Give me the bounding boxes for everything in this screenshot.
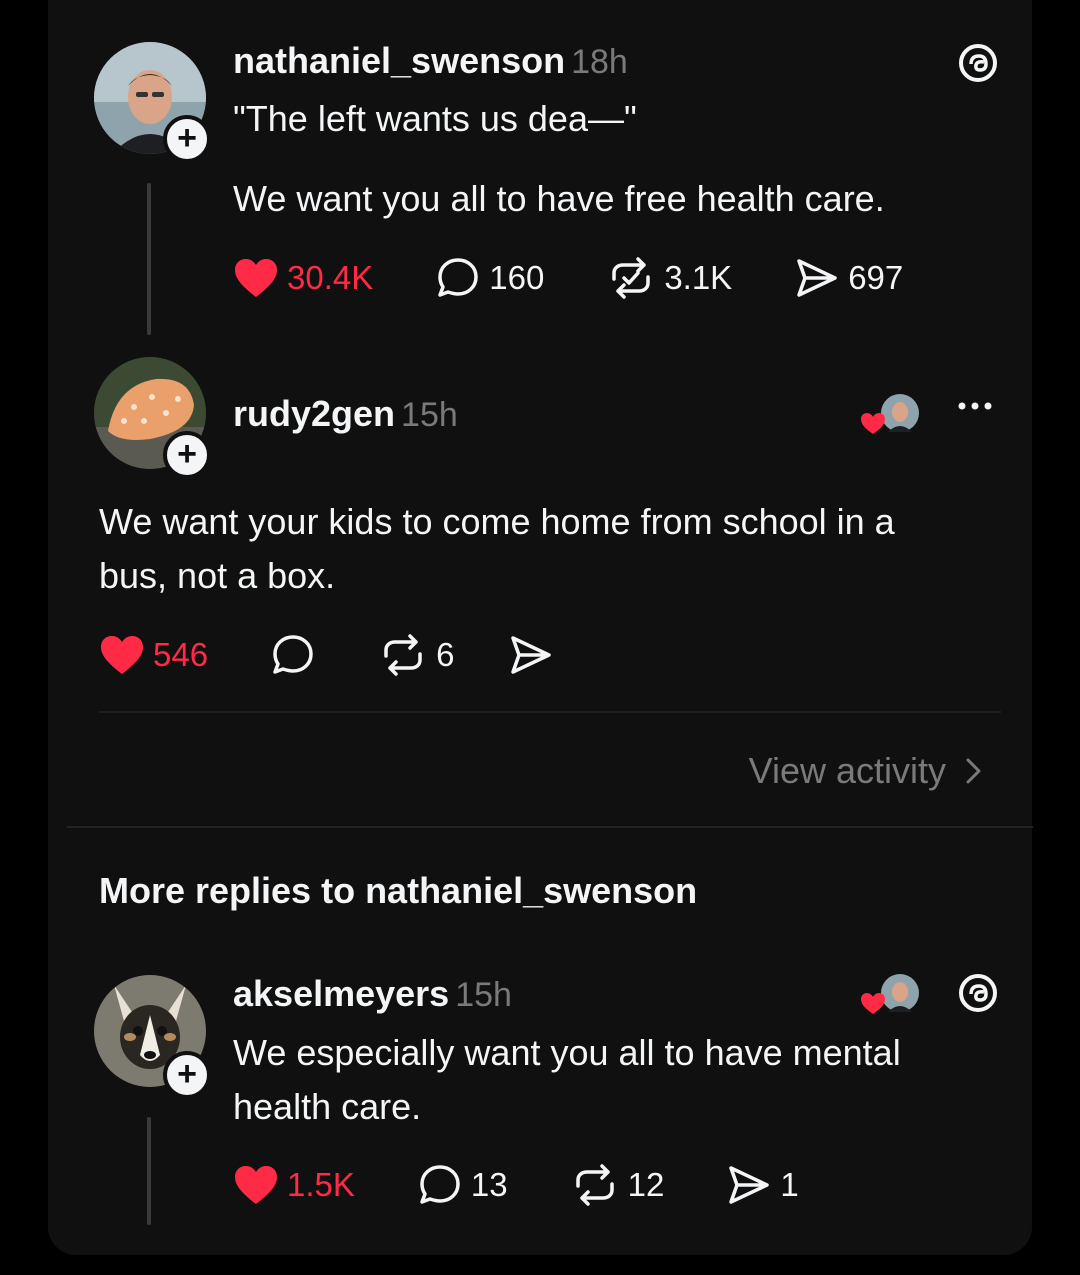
comment-icon (273, 635, 313, 674)
share-icon (797, 259, 837, 297)
reply-actions: 546 6 (99, 630, 616, 680)
heart-icon (101, 636, 143, 674)
post-text-line2: We want you all to have free health care… (233, 178, 885, 219)
author-liked-indicator (860, 392, 920, 436)
comment-count: 13 (470, 1166, 508, 1203)
more-icon[interactable] (955, 396, 995, 421)
like-count: 30.4K (287, 259, 374, 296)
author-liked-indicator (860, 972, 920, 1016)
timestamp: 15h (455, 976, 512, 1014)
follow-plus-icon[interactable]: + (163, 431, 211, 479)
username[interactable]: nathaniel_swenson (233, 40, 565, 81)
repost-button[interactable]: 6 (378, 632, 454, 678)
post-header: nathaniel_swenson 18h (233, 40, 628, 90)
section-divider (67, 826, 1033, 828)
threads-icon[interactable] (955, 970, 1001, 1021)
like-button[interactable]: 30.4K (233, 257, 373, 299)
like-button[interactable]: 546 (99, 634, 208, 676)
share-button[interactable]: 1 (726, 1162, 799, 1208)
username[interactable]: akselmeyers (233, 973, 449, 1014)
like-count: 546 (153, 636, 209, 673)
share-count: 1 (780, 1166, 799, 1203)
follow-plus-icon[interactable]: + (163, 115, 211, 163)
repost-icon (612, 257, 651, 299)
timestamp: 18h (571, 43, 628, 81)
comment-icon (420, 1165, 460, 1204)
threads-icon[interactable] (955, 40, 1001, 91)
repost-icon (384, 634, 422, 676)
share-icon (729, 1166, 770, 1204)
chevron-right-icon (966, 758, 981, 784)
comment-icon (438, 258, 478, 297)
reply-text-line1: We want your kids to come home from scho… (99, 501, 895, 542)
reply-header: rudy2gen 15h (233, 393, 458, 443)
reply2-actions: 1.5K 13 12 1 (233, 1160, 861, 1210)
repost-button[interactable]: 3.1K (606, 255, 732, 301)
username[interactable]: rudy2gen (233, 393, 395, 434)
comment-button[interactable]: 13 (417, 1162, 508, 1208)
thread-line (147, 1117, 151, 1225)
like-count: 1.5K (287, 1166, 355, 1203)
share-count: 697 (848, 259, 904, 296)
share-icon (511, 636, 552, 674)
divider (99, 711, 1001, 713)
repost-button[interactable]: 12 (570, 1162, 665, 1208)
section-title: More replies to nathaniel_swenson (99, 870, 698, 911)
reply2-text-line2: health care. (233, 1086, 422, 1127)
reply2-header: akselmeyers 15h (233, 973, 512, 1023)
share-button[interactable]: 697 (794, 255, 903, 301)
repost-count: 3.1K (664, 259, 733, 296)
view-activity-link[interactable]: View activity (749, 750, 988, 792)
view-activity-label: View activity (748, 750, 946, 791)
post-text-line1: "The left wants us dea—" (233, 98, 637, 139)
repost-count: 12 (627, 1166, 665, 1203)
repost-icon (575, 1164, 614, 1206)
heart-icon (235, 1166, 277, 1204)
comment-count: 160 (489, 259, 545, 296)
reply-text-line2: bus, not a box. (99, 555, 336, 596)
comment-button[interactable]: 160 (435, 255, 544, 301)
timestamp: 15h (401, 396, 458, 434)
like-button[interactable]: 1.5K (233, 1164, 355, 1206)
share-button[interactable] (508, 632, 554, 678)
heart-icon (235, 259, 277, 297)
repost-count: 6 (436, 636, 455, 673)
reply2-text-line1: We especially want you all to have menta… (233, 1032, 901, 1073)
follow-plus-icon[interactable]: + (163, 1051, 211, 1099)
comment-button[interactable] (270, 632, 316, 678)
thread-line (147, 183, 151, 335)
post-actions: 30.4K 160 3.1K 697 (233, 253, 965, 303)
